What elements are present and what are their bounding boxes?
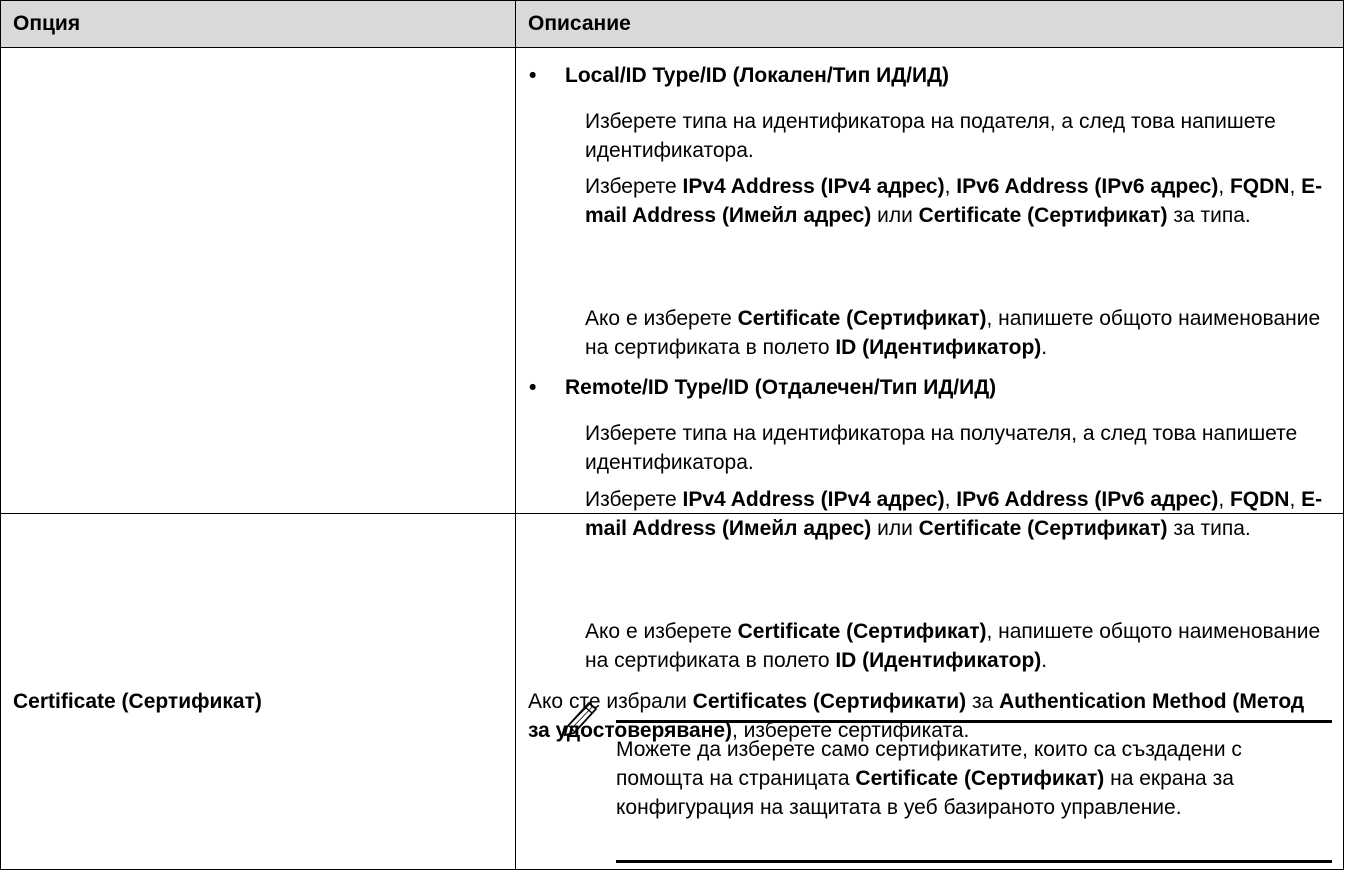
remote-desc-1: Изберете типа на идентификатора на получ… — [585, 422, 1298, 474]
table-header — [1, 1, 1343, 48]
remote-id-title: Remote/ID Type/ID (Отдалечен/Тип ИД/ИД) — [565, 376, 997, 399]
local-desc-2: Изберете IPv4 Address (IPv4 адрес), IPv6… — [585, 175, 1323, 227]
header-description: Описание — [528, 12, 631, 35]
note-text: Можете да изберете само сертификатите, к… — [616, 738, 1242, 819]
pencil-note-icon — [563, 701, 598, 737]
bullet: • — [529, 376, 537, 399]
remote-desc-2: Изберете IPv4 Address (IPv4 адрес), IPv6… — [585, 488, 1323, 540]
remote-desc-3: Ако е изберете Certificate (Сертификат),… — [585, 620, 1321, 672]
column-divider — [515, 1, 516, 869]
note-bottom-rule — [616, 860, 1332, 863]
local-id-title: Local/ID Type/ID (Локален/Тип ИД/ИД) — [565, 64, 950, 87]
header-option: Опция — [13, 12, 81, 35]
local-desc-3: Ако е изберете Certificate (Сертификат),… — [585, 307, 1321, 359]
bullet: • — [529, 64, 537, 87]
note-top-rule — [616, 720, 1332, 723]
local-desc-1: Изберете типа на идентификатора на подат… — [585, 110, 1276, 162]
option-certificate: Certificate (Сертификат) — [13, 690, 262, 713]
